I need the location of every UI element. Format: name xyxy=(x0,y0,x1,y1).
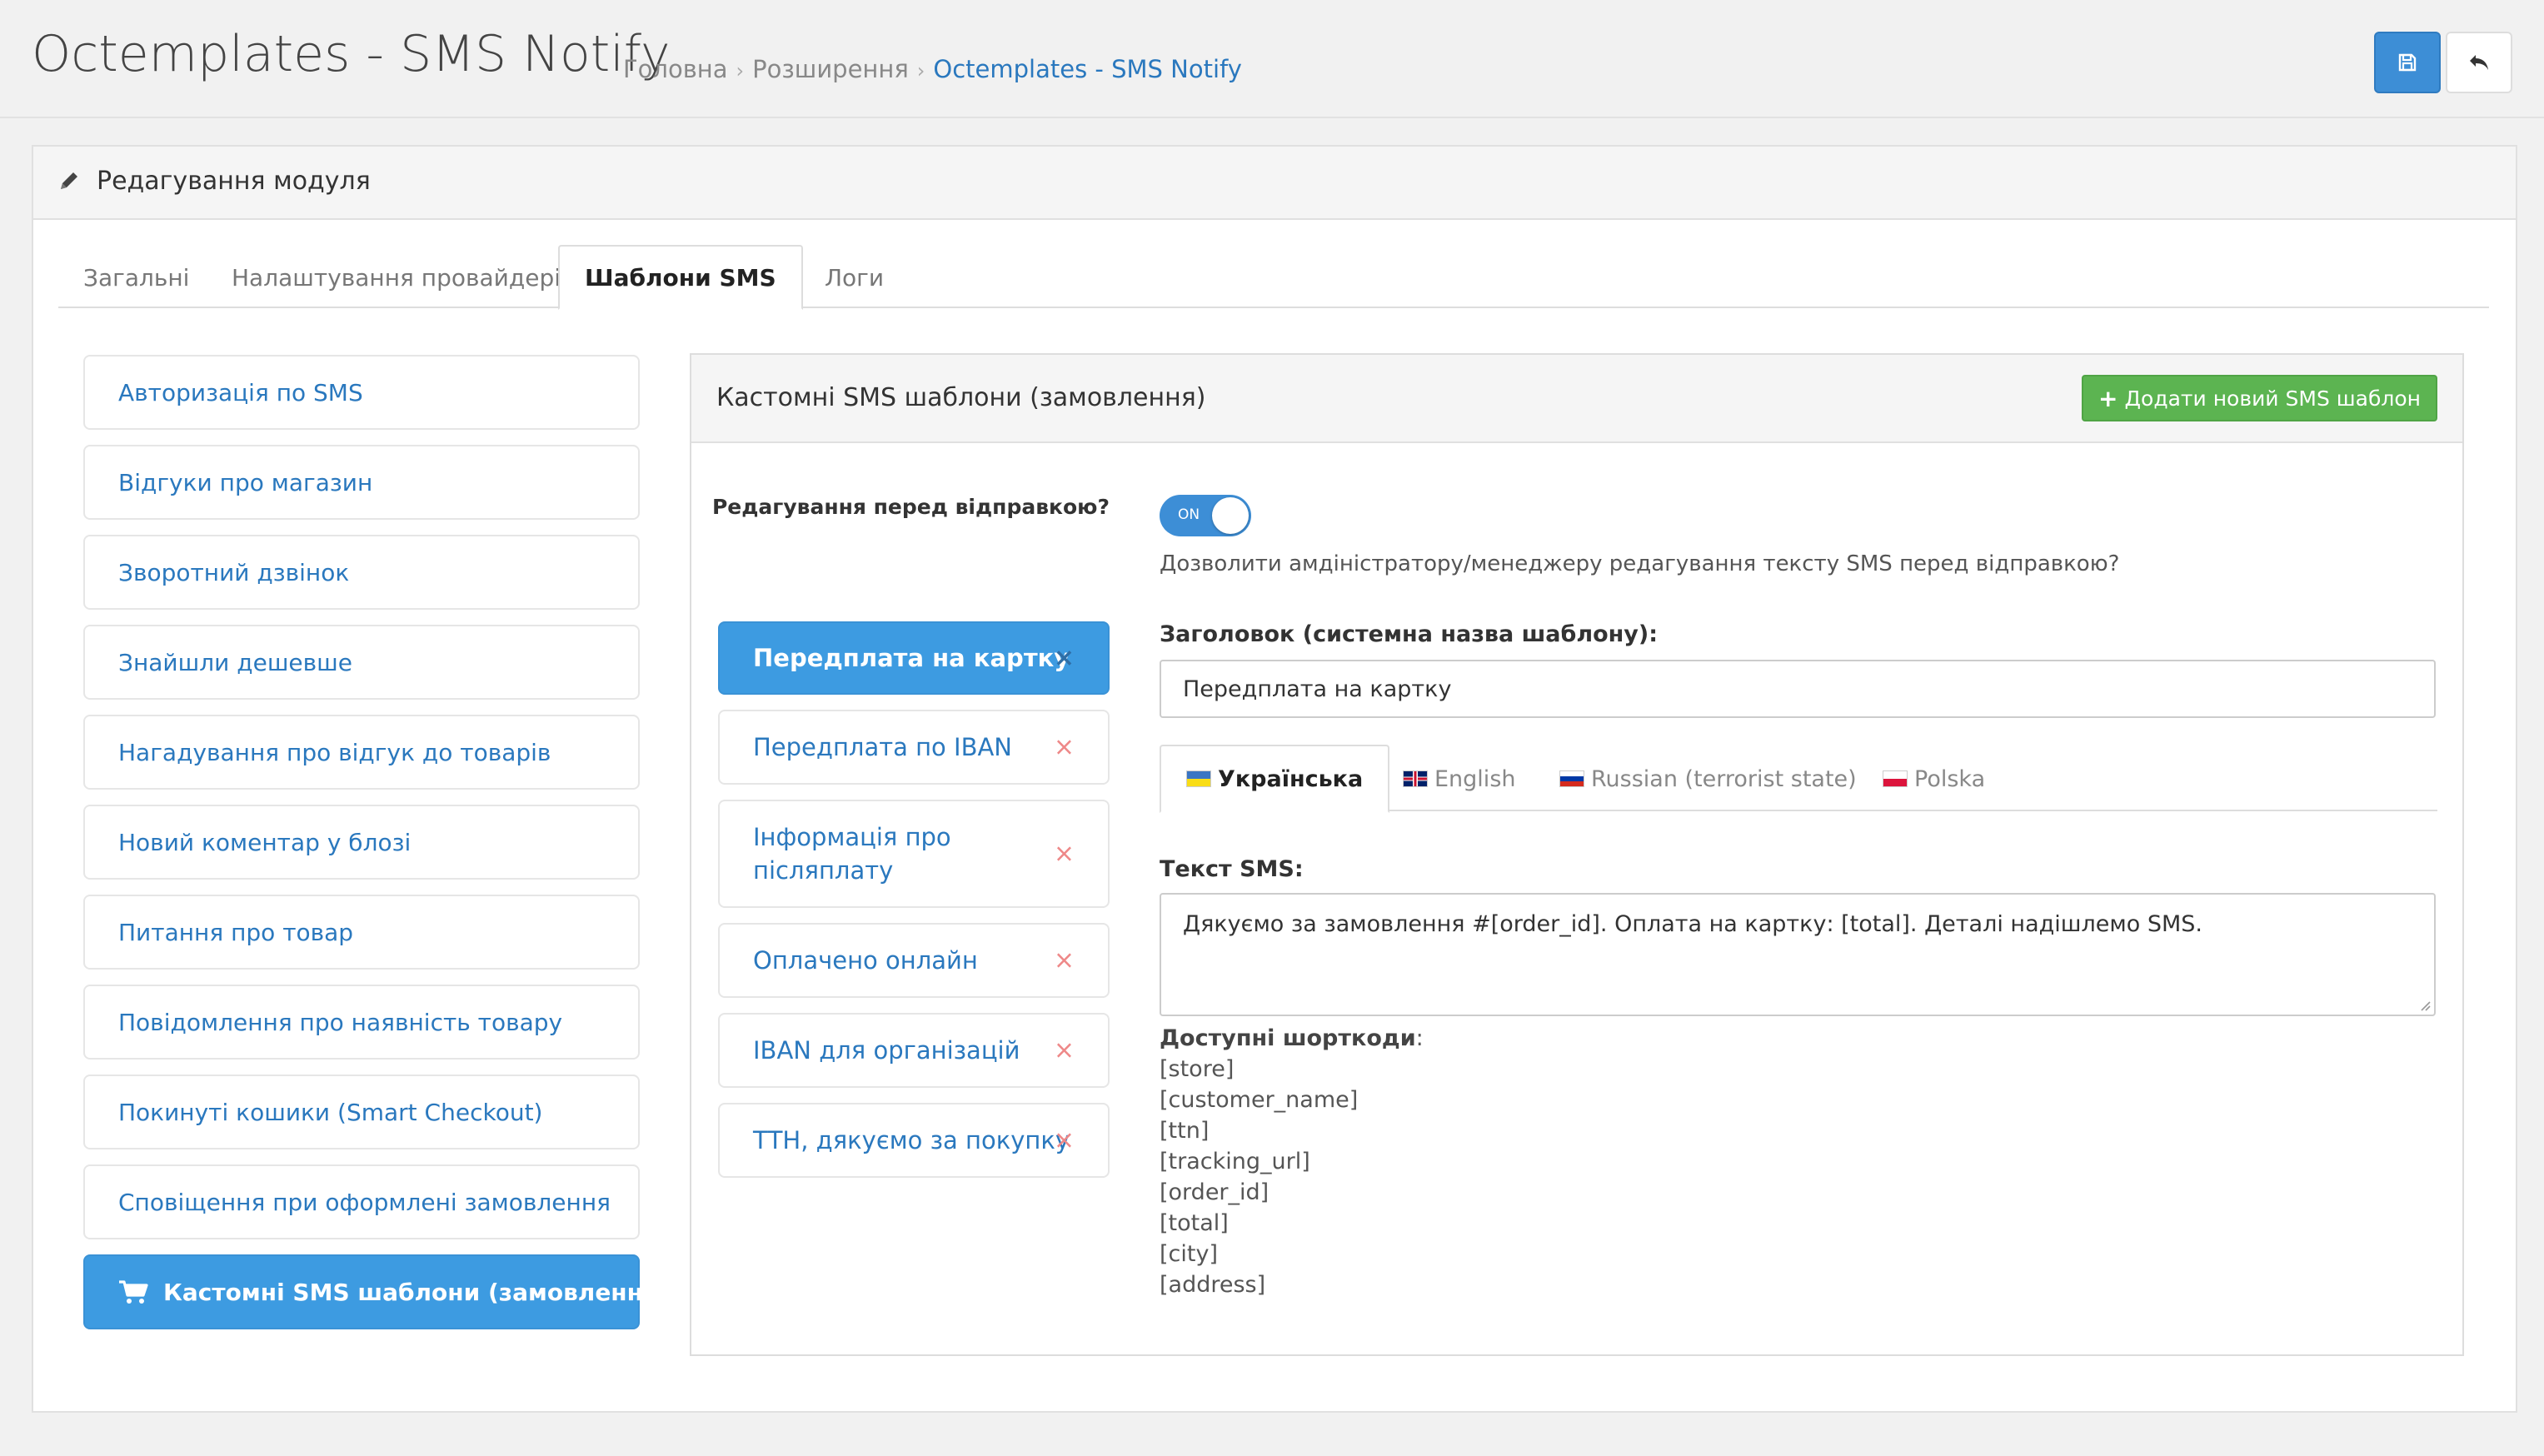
templates-panel-heading: Кастомні SMS шаблони (замовлення) + Дода… xyxy=(691,355,2462,443)
sidebar-item-abandoned-carts[interactable]: Покинуті кошики (Smart Checkout) xyxy=(83,1075,640,1149)
page-header: Octemplates - SMS Notify Головна › Розшире… xyxy=(0,0,2544,118)
tab-general[interactable]: Загальні xyxy=(58,245,214,310)
tab-lang-ru[interactable]: Russian (terrorist state) xyxy=(1534,745,1882,813)
breadcrumb-home[interactable]: Головна xyxy=(623,55,728,83)
tab-sms-templates[interactable]: Шаблони SMS xyxy=(558,245,803,310)
shortcode: [ttn] xyxy=(1160,1118,1210,1144)
sidebar-item-order-notify[interactable]: Сповіщення при оформлені замовлення xyxy=(83,1164,640,1239)
templates-panel-title: Кастомні SMS шаблони (замовлення) xyxy=(716,383,1206,412)
panel-heading: Редагування модуля xyxy=(33,147,2516,220)
template-item[interactable]: Оплачено онлайн × xyxy=(718,923,1110,998)
toggle-knob xyxy=(1212,497,1249,534)
language-tabs: Українська English Russian (terrorist st… xyxy=(1160,745,2437,813)
template-item-label: IBAN для організацій xyxy=(753,1036,1020,1065)
template-item[interactable]: IBAN для організацій × xyxy=(718,1013,1110,1088)
breadcrumb: Головна › Розширення › Octemplates - SMS Not… xyxy=(623,55,1242,83)
sidebar-item-custom-templates[interactable]: Кастомні SMS шаблони (замовлення) xyxy=(83,1254,669,1329)
breadcrumb-extensions[interactable]: Розширення xyxy=(752,55,909,83)
sidebar-item-label: Кастомні SMS шаблони (замовлення) xyxy=(163,1278,669,1306)
sidebar-item-stock-notify[interactable]: Повідомлення про наявність товару xyxy=(83,985,640,1060)
tab-lang-uk[interactable]: Українська xyxy=(1160,745,1390,813)
lang-tab-label: Українська xyxy=(1218,765,1364,792)
resize-handle-icon[interactable] xyxy=(2417,998,2431,1011)
sms-text-value: Дякуємо за замовлення #[order_id]. Оплат… xyxy=(1183,911,2202,937)
remove-template-icon[interactable]: × xyxy=(1054,1036,1075,1065)
tab-logs[interactable]: Логи xyxy=(800,245,909,310)
sidebar-item-callback[interactable]: Зворотний дзвінок xyxy=(83,535,640,610)
breadcrumb-separator: › xyxy=(736,59,745,82)
template-item[interactable]: Інформація про післяплату × xyxy=(718,800,1110,908)
sms-text-label: Текст SMS: xyxy=(1160,856,1304,882)
template-title-input[interactable]: Передплата на картку xyxy=(1160,660,2436,718)
page-title: Octemplates - SMS Notify xyxy=(32,25,671,83)
add-template-label: Додати новий SMS шаблон xyxy=(2124,386,2422,411)
sidebar-item-review-reminder[interactable]: Нагадування про відгук до товарів xyxy=(83,715,640,790)
sms-text-input[interactable]: Дякуємо за замовлення #[order_id]. Оплат… xyxy=(1160,893,2436,1016)
lang-tab-label: Polska xyxy=(1914,765,1986,792)
flag-ukraine-icon xyxy=(1186,770,1211,787)
sidebar-item-found-cheaper[interactable]: Знайшли дешевше xyxy=(83,625,640,700)
template-item-label: Оплачено онлайн xyxy=(753,946,978,975)
reply-icon xyxy=(2470,55,2488,70)
flag-poland-icon xyxy=(1883,770,1908,787)
template-item-label: Інформація про післяплату xyxy=(753,823,951,885)
flag-uk-icon xyxy=(1403,770,1428,787)
sidebar-item-blog-comment[interactable]: Новий коментар у блозі xyxy=(83,805,640,880)
shortcode: [city] xyxy=(1160,1241,1218,1267)
breadcrumb-separator: › xyxy=(916,59,925,82)
tab-providers[interactable]: Налаштування провайдерів xyxy=(207,245,600,310)
add-template-button[interactable]: + Додати новий SMS шаблон xyxy=(2082,375,2437,421)
back-button[interactable] xyxy=(2446,32,2512,93)
panel-title: Редагування модуля xyxy=(97,167,371,196)
remove-template-icon[interactable]: × xyxy=(1054,644,1075,673)
plus-icon: + xyxy=(2098,384,2118,412)
tab-lang-pl[interactable]: Polska xyxy=(1858,745,2010,813)
template-title-label: Заголовок (системна назва шаблону): xyxy=(1160,621,1659,647)
lang-tab-label: Russian (terrorist state) xyxy=(1591,765,1857,792)
shortcode: [address] xyxy=(1160,1272,1266,1298)
shortcodes-heading: Доступні шорткоди xyxy=(1160,1025,1416,1051)
sidebar-item-product-question[interactable]: Питання про товар xyxy=(83,895,640,970)
shortcodes-list: Доступні шорткоди: [store] [customer_nam… xyxy=(1160,1023,1424,1300)
template-item[interactable]: Передплата по IBAN × xyxy=(718,710,1110,785)
sidebar-item-sms-auth[interactable]: Авторизація по SMS xyxy=(83,355,640,430)
flag-russia-icon xyxy=(1559,770,1584,787)
cart-icon xyxy=(118,1279,148,1304)
tab-lang-en[interactable]: English xyxy=(1378,745,1541,813)
breadcrumb-current[interactable]: Octemplates - SMS Notify xyxy=(933,55,1241,83)
save-button[interactable] xyxy=(2374,32,2441,93)
remove-template-icon[interactable]: × xyxy=(1054,946,1075,975)
template-item[interactable]: Передплата на картку × xyxy=(718,621,1110,695)
remove-template-icon[interactable]: × xyxy=(1054,1126,1075,1155)
template-item[interactable]: ТТН, дякуємо за покупку × xyxy=(718,1103,1110,1178)
lang-tab-label: English xyxy=(1434,765,1516,792)
remove-template-icon[interactable]: × xyxy=(1054,733,1075,762)
module-tabs: Загальні Налаштування провайдерів Шаблон… xyxy=(58,245,2489,310)
shortcode: [order_id] xyxy=(1160,1179,1270,1205)
pencil-icon xyxy=(61,172,77,189)
edit-before-send-toggle[interactable]: ON xyxy=(1160,495,1251,536)
template-item-label: Передплата по IBAN xyxy=(753,733,1012,761)
shortcode: [total] xyxy=(1160,1210,1229,1236)
save-icon xyxy=(2398,53,2417,72)
edit-before-send-help: Дозволити амдіністратору/менеджеру редаг… xyxy=(1160,551,2120,576)
edit-before-send-label: Редагування перед відправкою? xyxy=(711,495,1110,519)
sidebar-item-store-reviews[interactable]: Відгуки про магазин xyxy=(83,445,640,520)
shortcode: [store] xyxy=(1160,1056,1235,1082)
shortcode: [tracking_url] xyxy=(1160,1149,1310,1174)
template-item-label: ТТН, дякуємо за покупку xyxy=(753,1126,1070,1154)
shortcode: [customer_name] xyxy=(1160,1087,1359,1113)
template-item-label: Передплата на картку xyxy=(753,644,1070,672)
remove-template-icon[interactable]: × xyxy=(1054,840,1075,869)
toggle-state-label: ON xyxy=(1178,506,1200,523)
